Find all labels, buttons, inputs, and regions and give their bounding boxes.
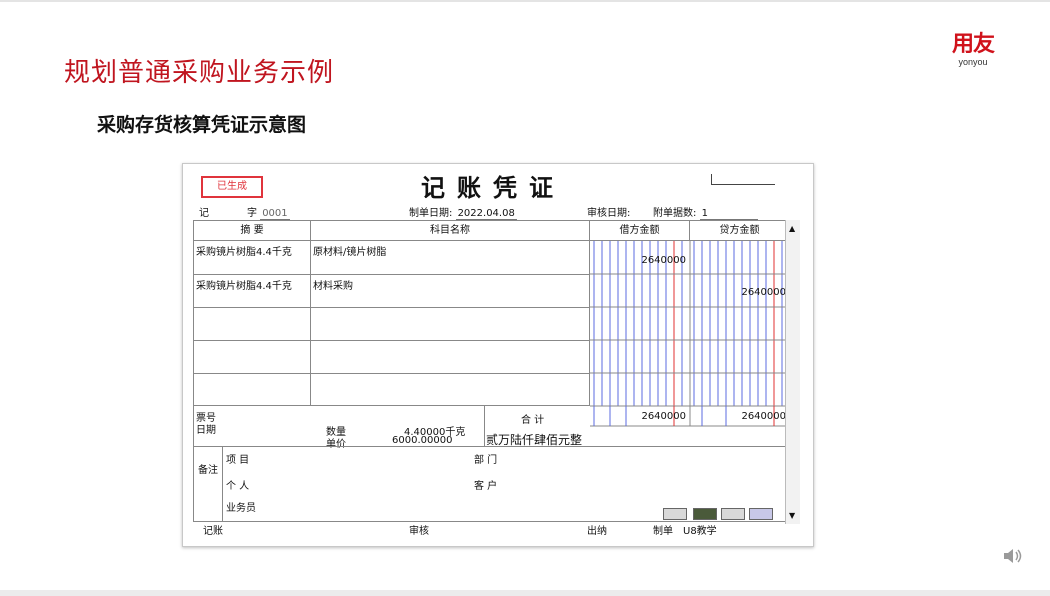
slide-subtitle: 采购存货核算凭证示意图 <box>97 114 307 136</box>
tool-button-3[interactable] <box>721 508 745 520</box>
attach-label: 附单据数: <box>653 208 697 219</box>
voucher-number[interactable]: 0001 <box>260 208 290 220</box>
top-divider <box>0 0 1050 2</box>
generated-stamp: 已生成 <box>201 176 263 198</box>
row-separator <box>194 274 590 275</box>
footer-bookkeeper: 记账 <box>203 526 223 537</box>
remarks-divider <box>222 446 223 521</box>
char-label: 字 <box>247 208 257 219</box>
yonyou-logo: 用友 yonyou <box>943 32 1003 68</box>
footer-maker: U8教学 <box>683 526 717 537</box>
row-separator <box>194 340 590 341</box>
total-words: 贰万陆仟肆佰元整 <box>486 433 583 447</box>
row2-account[interactable]: 材料采购 <box>313 277 353 292</box>
price-label: 单价 <box>326 439 346 450</box>
summary-column <box>194 241 311 406</box>
footer-maker-label: 制单 <box>653 526 673 537</box>
row1-debit[interactable]: 2640000 <box>590 255 686 266</box>
header-credit: 贷方金额 <box>690 221 790 241</box>
make-date: 制单日期: 2022.04.08 <box>409 204 517 220</box>
date-label: 日期 <box>196 425 216 436</box>
make-date-value[interactable]: 2022.04.08 <box>455 208 517 220</box>
row1-account[interactable]: 原材料/镜片树脂 <box>313 243 386 258</box>
header-debit: 借方金额 <box>590 221 690 241</box>
row2-credit[interactable]: 2640000 <box>690 287 786 298</box>
logo-cn: 用友 <box>951 32 995 57</box>
speaker-icon[interactable] <box>1002 546 1024 566</box>
voucher-title: 记账凭证 <box>421 173 565 202</box>
total-credit: 2640000 <box>741 411 786 422</box>
corner-mark <box>711 174 712 184</box>
customer-label: 客 户 <box>474 481 498 492</box>
dept-label: 部 门 <box>474 455 498 466</box>
price-value: 6000.00000 <box>392 435 453 446</box>
salesman-label: 业务员 <box>226 503 256 514</box>
project-label: 项 目 <box>226 455 250 466</box>
voucher-window: 已生成 记账凭证 记 字 0001 制单日期: 2022.04.08 审核日期:… <box>182 163 814 547</box>
total-label: 合 计 <box>521 415 545 426</box>
voucher-word: 记 <box>199 208 209 219</box>
footer-auditor: 审核 <box>409 526 429 537</box>
row-separator <box>194 307 590 308</box>
total-divider <box>484 406 485 446</box>
remarks-label: 备注 <box>198 465 218 476</box>
bottom-divider <box>0 590 1050 596</box>
footer-cashier: 出纳 <box>587 526 607 537</box>
audit-date-label: 审核日期: <box>587 208 631 219</box>
total-debit: 2640000 <box>641 411 686 422</box>
vertical-scrollbar[interactable]: ▲ ▼ <box>785 220 800 524</box>
tool-button-1[interactable] <box>663 508 687 520</box>
voucher-char: 字 0001 <box>247 204 290 220</box>
voucher-grid: 摘 要 科目名称 借方金额 贷方金额 采购镜片树脂4.4千克 原材料/镜片树脂 … <box>193 220 795 522</box>
person-label: 个 人 <box>226 481 250 492</box>
row-separator <box>194 373 590 374</box>
header-account: 科目名称 <box>311 221 590 241</box>
make-date-label: 制单日期: <box>409 208 453 219</box>
slide-title: 规划普通采购业务示例 <box>64 58 335 88</box>
row1-summary[interactable]: 采购镜片树脂4.4千克 <box>196 243 292 258</box>
scroll-down-icon[interactable]: ▼ <box>789 511 795 520</box>
account-column <box>311 241 590 406</box>
corner-mark-line <box>711 184 775 185</box>
tool-button-2[interactable] <box>693 508 717 520</box>
tool-button-4[interactable] <box>749 508 773 520</box>
scroll-up-icon[interactable]: ▲ <box>789 224 795 233</box>
attach-count: 附单据数: 1 <box>653 204 758 220</box>
row2-summary[interactable]: 采购镜片树脂4.4千克 <box>196 277 292 292</box>
header-summary: 摘 要 <box>194 221 311 241</box>
attach-count-value[interactable]: 1 <box>699 208 758 220</box>
logo-en: yonyou <box>958 57 988 67</box>
